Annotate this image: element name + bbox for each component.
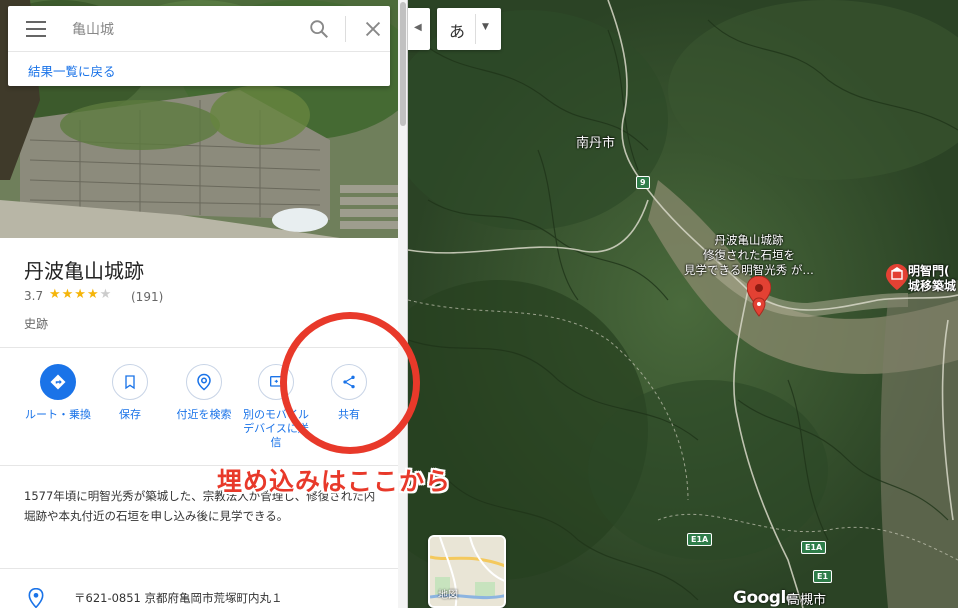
map-pin-icon[interactable] — [747, 276, 771, 320]
save-label: 保存 — [119, 408, 141, 421]
place-title: 丹波亀山城跡 — [24, 259, 144, 283]
place-category[interactable]: 史跡 — [24, 315, 48, 332]
map-type-thumbnail[interactable]: 地図 — [428, 535, 506, 608]
search-nearby-button[interactable]: 付近を検索 — [168, 364, 240, 422]
rating-row[interactable]: 3.7 ★★★★★ (191) — [24, 287, 163, 305]
search-icon[interactable] — [308, 18, 330, 40]
expressway-shield: E1A — [687, 533, 713, 546]
panel-scrollbar[interactable] — [398, 0, 407, 608]
bottom-city-label[interactable]: 高槻市 — [787, 589, 826, 608]
address-text: 〒621-0851 京都府亀岡市荒塚町内丸１ — [74, 591, 283, 605]
collapse-panel-button[interactable]: ◀ — [408, 8, 430, 50]
language-toggle[interactable]: あ ▼ — [437, 8, 501, 50]
search-nearby-label: 付近を検索 — [176, 408, 232, 421]
save-button[interactable]: 保存 — [94, 364, 166, 422]
caret-down-icon: ▼ — [482, 22, 489, 32]
search-divider — [345, 16, 346, 42]
language-label: あ — [449, 22, 466, 41]
scrollbar-thumb[interactable] — [400, 2, 406, 126]
search-bar — [8, 6, 390, 52]
expressway-shield: E1A — [801, 541, 827, 554]
language-divider — [475, 14, 476, 44]
search-card: 結果一覧に戻る — [8, 6, 390, 86]
location-pin-icon — [28, 588, 44, 608]
back-to-results-link[interactable]: 結果一覧に戻る — [28, 61, 116, 80]
directions-icon — [40, 364, 76, 400]
museum-poi-label[interactable]: 明智門( 城移築城 — [908, 264, 956, 294]
rating-value: 3.7 — [24, 289, 44, 303]
map-type-label: 地図 — [438, 590, 458, 601]
museum-pin-icon[interactable] — [886, 264, 908, 290]
review-count[interactable]: (191) — [131, 290, 163, 304]
map-city-label[interactable]: 南丹市 — [576, 132, 615, 151]
castle-poi-label[interactable]: 丹波亀山城跡 修復された石垣を 見学できる明智光秀 が… — [684, 233, 814, 278]
directions-label: ルート・乗換 — [25, 408, 91, 421]
menu-icon[interactable] — [26, 21, 46, 37]
close-icon[interactable] — [362, 18, 384, 40]
directions-button[interactable]: ルート・乗換 — [22, 364, 94, 422]
bookmark-icon — [112, 364, 148, 400]
rating-stars-icon: ★★★★★ — [49, 287, 113, 302]
expressway-shield: E1 — [813, 570, 833, 583]
search-input[interactable] — [72, 18, 292, 40]
address-row[interactable]: 〒621-0851 京都府亀岡市荒塚町内丸１ — [0, 584, 398, 608]
route-shield: 9 — [636, 176, 650, 189]
highlight-circle — [280, 312, 420, 454]
annotation-callout: 埋め込みはここから — [217, 467, 452, 496]
satellite-terrain — [408, 0, 958, 608]
nearby-icon — [186, 364, 222, 400]
divider — [0, 568, 398, 569]
place-panel: 結果一覧に戻る 丹波亀山城跡 3.7 ★★★★★ (191) 史跡 ルート・乗換… — [0, 0, 408, 608]
chevron-left-icon: ◀ — [414, 22, 422, 33]
map-canvas[interactable]: 南丹市 9 丹波亀山城跡 修復された石垣を 見学できる明智光秀 が… 明智門( … — [408, 0, 958, 608]
